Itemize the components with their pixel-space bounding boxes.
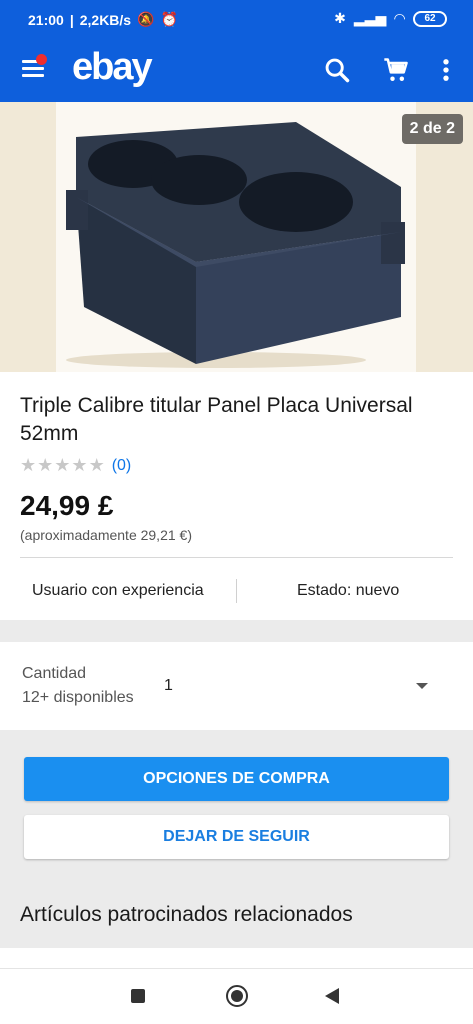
back-icon[interactable] bbox=[325, 988, 339, 1004]
status-left: 21:00 | 2,2KB/s 🔕 ⏰ bbox=[28, 11, 178, 28]
star-icon: ★ bbox=[88, 455, 105, 475]
ebay-logo[interactable]: ebay bbox=[72, 46, 153, 89]
vertical-separator bbox=[236, 579, 237, 603]
item-price: 24,99 £ bbox=[20, 490, 114, 521]
signal-icon: ▂▃▅ bbox=[353, 10, 387, 26]
seller-info[interactable]: Usuario con experiencia bbox=[32, 582, 204, 600]
divider bbox=[20, 557, 453, 558]
notification-dot bbox=[36, 54, 47, 65]
quantity-label: Cantidad bbox=[22, 665, 87, 682]
product-image[interactable] bbox=[56, 102, 416, 372]
bluetooth-icon: ✱ bbox=[334, 10, 346, 26]
quantity-select[interactable]: 1 bbox=[164, 677, 173, 695]
wifi-icon: ◠ bbox=[394, 10, 405, 26]
item-condition: Estado: nuevo bbox=[297, 582, 400, 599]
quantity-available: 12+ disponibles bbox=[22, 689, 134, 706]
cart-icon[interactable] bbox=[382, 56, 410, 84]
home-icon[interactable] bbox=[226, 985, 248, 1007]
network-speed: 2,2KB/s bbox=[79, 11, 132, 28]
rating-count[interactable]: (0) bbox=[112, 457, 132, 475]
recents-icon[interactable] bbox=[131, 989, 145, 1003]
battery-level: 62 bbox=[424, 13, 436, 24]
alarm-icon: ⏰ bbox=[160, 11, 178, 27]
related-items-list bbox=[0, 948, 473, 968]
clock: 21:00 bbox=[28, 11, 64, 28]
unfollow-button[interactable]: DEJAR DE SEGUIR bbox=[24, 815, 449, 859]
battery-icon: 62 bbox=[413, 10, 447, 27]
rating[interactable]: ★ ★ ★ ★ ★ (0) bbox=[20, 455, 131, 476]
status-right: ✱ ▂▃▅ ◠ 62 bbox=[334, 10, 447, 27]
dropdown-arrow-icon[interactable] bbox=[416, 683, 428, 689]
item-title: Triple Calibre titular Panel Placa Unive… bbox=[20, 394, 413, 445]
image-gallery[interactable]: 2 de 2 bbox=[0, 102, 473, 372]
buy-options-button[interactable]: OPCIONES DE COMPRA bbox=[24, 757, 449, 801]
star-icon: ★ bbox=[71, 455, 88, 475]
status-bar: 21:00 | 2,2KB/s 🔕 ⏰ ✱ ▂▃▅ ◠ 62 bbox=[0, 0, 473, 38]
approx-price: (aproximadamente 29,21 €) bbox=[20, 527, 192, 543]
image-counter: 2 de 2 bbox=[401, 114, 463, 144]
related-items-title: Artículos patrocinados relacionados bbox=[20, 903, 353, 926]
more-vert-icon[interactable] bbox=[432, 56, 460, 84]
system-nav-bar bbox=[0, 968, 473, 1024]
silent-icon: 🔕 bbox=[137, 11, 155, 27]
app-bar: ebay bbox=[0, 38, 473, 102]
star-icon: ★ bbox=[37, 455, 54, 475]
star-icon: ★ bbox=[54, 455, 71, 475]
section-gap bbox=[0, 620, 473, 642]
star-icon: ★ bbox=[20, 455, 37, 475]
search-icon[interactable] bbox=[323, 56, 351, 84]
